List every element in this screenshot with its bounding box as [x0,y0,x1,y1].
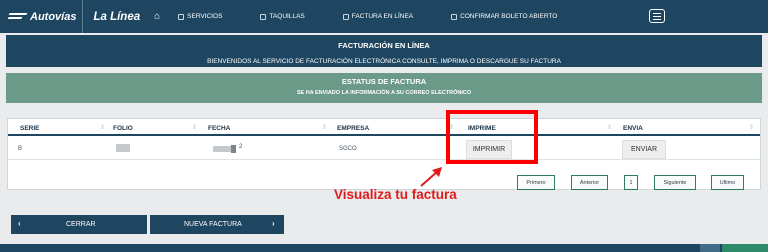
nav-item-label: TAQUILLAS [269,13,305,20]
top-navbar: Autovías La Línea ⌂ SERVICIOS TAQUILLAS … [0,0,768,33]
cell-serie: B [18,146,23,152]
pagination-first[interactable]: Primero [517,175,555,190]
annotation-arrow-icon [420,167,442,187]
header-empresa[interactable]: EMPRESA [337,125,369,132]
document-icon [342,13,349,20]
check-icon [451,13,458,20]
footer-bar [0,244,768,252]
nav-item-servicios[interactable]: SERVICIOS [178,13,222,20]
annotation-label: Visualiza tu factura [334,187,457,202]
brand-mark-icon [7,12,28,22]
nav-item-confirmar-boleto[interactable]: CONFIRMAR BOLETO ABIERTO [451,13,557,20]
calendar-icon [178,13,185,20]
brand-sub: La Línea [93,10,141,23]
facturacion-banner: FACTURACIÓN EN LÍNEA BIENVENIDOS AL SERV… [6,35,762,67]
brand-name: Autovías [30,10,77,23]
pagination-last[interactable]: Ultimo [711,175,744,190]
status-message: SE HA ENVIADO LA INFORMACIÓN A SU CORREO… [296,90,472,96]
nav-item-taquillas[interactable]: TAQUILLAS [260,13,305,20]
sort-icon[interactable]: ⇕ [322,124,327,131]
cell-fecha-redacted [213,146,231,152]
brand-logo[interactable]: Autovías [0,0,76,33]
new-invoice-button[interactable]: NUEVA FACTURA › [150,215,284,234]
brand-divider [82,0,84,33]
enviar-button[interactable]: ENVIAR [622,140,666,159]
invoice-table: SERIE ⇕ FOLIO ⇕ FECHA ⇕ EMPRESA ⇕ IMPRIM… [7,118,761,190]
home-icon[interactable]: ⌂ [154,11,160,22]
pagination-prev[interactable]: Anterior [571,175,608,190]
cell-empresa: SGCO [339,146,357,152]
sort-icon[interactable]: ⇕ [607,124,612,131]
nav-item-factura-en-linea[interactable]: FACTURA EN LÍNEA [342,13,414,20]
pagination-page[interactable]: 1 [624,175,638,190]
ticket-icon [260,13,267,20]
status-title: ESTATUS DE FACTURA [341,77,427,86]
cell-folio-redacted [116,144,130,152]
chevron-left-icon: ‹ [18,219,21,228]
new-invoice-button-label: NUEVA FACTURA [184,221,242,228]
sort-icon[interactable]: ⇕ [100,124,105,131]
close-button-label: CERRAR [66,221,96,228]
cell-fecha-redacted [231,145,236,153]
close-button[interactable]: ‹ CERRAR [11,215,147,234]
highlight-box [446,110,538,164]
chevron-right-icon: › [272,219,275,228]
table-header: SERIE ⇕ FOLIO ⇕ FECHA ⇕ EMPRESA ⇕ IMPRIM… [8,121,760,136]
status-panel: ESTATUS DE FACTURA SE HA ENVIADO LA INFO… [6,73,762,103]
header-folio[interactable]: FOLIO [113,125,133,132]
header-serie[interactable]: SERIE [20,125,40,132]
banner-title: FACTURACIÓN EN LÍNEA [338,41,430,50]
header-envia[interactable]: ENVIA [623,125,643,132]
header-fecha[interactable]: FECHA [208,125,230,132]
sort-icon[interactable]: ⇕ [749,124,754,131]
footer-block [722,244,768,252]
pagination-next[interactable]: Siguiente [654,175,696,190]
nav-item-label: SERVICIOS [187,13,223,20]
menu-icon[interactable] [649,9,665,23]
nav-item-label: FACTURA EN LÍNEA [351,13,414,20]
sort-icon[interactable]: ⇕ [192,124,197,131]
nav-item-label: CONFIRMAR BOLETO ABIERTO [460,13,558,20]
cell-fecha-tail: 2 [239,144,243,150]
table-row: B 2 SGCO IMPRIMIR ENVIAR [8,138,760,160]
footer-block [700,244,720,252]
banner-subtitle: BIENVENIDOS AL SERVICIO DE FACTURACIÓN E… [207,58,561,65]
